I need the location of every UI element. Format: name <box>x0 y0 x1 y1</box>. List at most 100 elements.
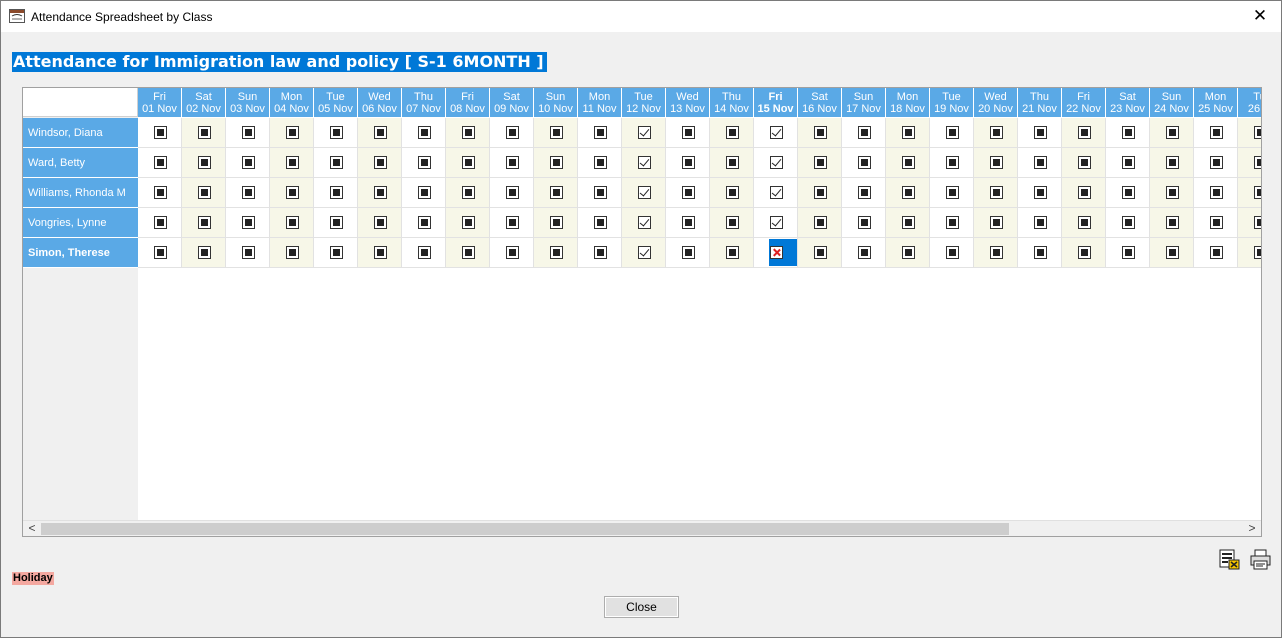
attendance-cell[interactable] <box>314 148 358 178</box>
attendance-cell[interactable] <box>446 148 490 178</box>
attendance-cell[interactable] <box>974 178 1018 208</box>
checked-checkbox-icon[interactable] <box>638 186 651 199</box>
indeterminate-checkbox-icon[interactable] <box>1122 216 1135 229</box>
indeterminate-checkbox-icon[interactable] <box>1078 186 1091 199</box>
indeterminate-checkbox-icon[interactable] <box>242 246 255 259</box>
indeterminate-checkbox-icon[interactable] <box>814 186 827 199</box>
attendance-cell[interactable] <box>666 238 710 268</box>
attendance-cell[interactable] <box>1150 178 1194 208</box>
student-name[interactable]: Ward, Betty <box>23 148 138 178</box>
indeterminate-checkbox-icon[interactable] <box>462 246 475 259</box>
indeterminate-checkbox-icon[interactable] <box>1210 156 1223 169</box>
indeterminate-checkbox-icon[interactable] <box>286 186 299 199</box>
attendance-cell[interactable] <box>446 208 490 238</box>
attendance-cell[interactable] <box>666 178 710 208</box>
indeterminate-checkbox-icon[interactable] <box>682 156 695 169</box>
indeterminate-checkbox-icon[interactable] <box>1210 216 1223 229</box>
attendance-cell[interactable] <box>138 118 182 148</box>
indeterminate-checkbox-icon[interactable] <box>1122 186 1135 199</box>
student-name[interactable]: Williams, Rhonda M <box>23 178 138 208</box>
indeterminate-checkbox-icon[interactable] <box>1166 186 1179 199</box>
attendance-cell[interactable] <box>974 208 1018 238</box>
attendance-cell[interactable] <box>666 148 710 178</box>
attendance-cell[interactable] <box>534 208 578 238</box>
attendance-cell[interactable] <box>182 148 226 178</box>
indeterminate-checkbox-icon[interactable] <box>726 246 739 259</box>
indeterminate-checkbox-icon[interactable] <box>286 156 299 169</box>
attendance-cell[interactable] <box>578 208 622 238</box>
attendance-cell[interactable] <box>1106 238 1150 268</box>
indeterminate-checkbox-icon[interactable] <box>330 216 343 229</box>
attendance-cell[interactable] <box>622 178 666 208</box>
indeterminate-checkbox-icon[interactable] <box>946 156 959 169</box>
indeterminate-checkbox-icon[interactable] <box>682 126 695 139</box>
indeterminate-checkbox-icon[interactable] <box>902 246 915 259</box>
indeterminate-checkbox-icon[interactable] <box>506 216 519 229</box>
indeterminate-checkbox-icon[interactable] <box>506 186 519 199</box>
indeterminate-checkbox-icon[interactable] <box>858 246 871 259</box>
attendance-cell[interactable] <box>930 178 974 208</box>
indeterminate-checkbox-icon[interactable] <box>946 216 959 229</box>
attendance-cell[interactable] <box>1194 208 1238 238</box>
attendance-cell[interactable] <box>622 238 666 268</box>
indeterminate-checkbox-icon[interactable] <box>550 156 563 169</box>
attendance-cell[interactable] <box>842 208 886 238</box>
attendance-cell[interactable] <box>138 178 182 208</box>
indeterminate-checkbox-icon[interactable] <box>1254 126 1261 139</box>
indeterminate-checkbox-icon[interactable] <box>990 246 1003 259</box>
attendance-cell[interactable] <box>358 208 402 238</box>
indeterminate-checkbox-icon[interactable] <box>462 216 475 229</box>
indeterminate-checkbox-icon[interactable] <box>418 156 431 169</box>
indeterminate-checkbox-icon[interactable] <box>550 216 563 229</box>
attendance-cell[interactable] <box>754 178 798 208</box>
indeterminate-checkbox-icon[interactable] <box>594 246 607 259</box>
attendance-cell[interactable] <box>402 118 446 148</box>
indeterminate-checkbox-icon[interactable] <box>1122 156 1135 169</box>
indeterminate-checkbox-icon[interactable] <box>374 216 387 229</box>
attendance-cell[interactable] <box>490 178 534 208</box>
attendance-cell[interactable] <box>314 118 358 148</box>
attendance-cell[interactable] <box>1106 148 1150 178</box>
attendance-cell[interactable] <box>842 148 886 178</box>
attendance-cell[interactable] <box>578 178 622 208</box>
attendance-cell[interactable] <box>1106 178 1150 208</box>
checked-checkbox-icon[interactable] <box>638 246 651 259</box>
indeterminate-checkbox-icon[interactable] <box>1210 246 1223 259</box>
indeterminate-checkbox-icon[interactable] <box>858 216 871 229</box>
indeterminate-checkbox-icon[interactable] <box>154 216 167 229</box>
indeterminate-checkbox-icon[interactable] <box>198 246 211 259</box>
attendance-cell[interactable] <box>138 208 182 238</box>
indeterminate-checkbox-icon[interactable] <box>374 246 387 259</box>
attendance-cell[interactable] <box>1106 118 1150 148</box>
attendance-cell[interactable] <box>1062 118 1106 148</box>
attendance-cell[interactable] <box>1238 238 1261 268</box>
attendance-cell[interactable] <box>314 178 358 208</box>
indeterminate-checkbox-icon[interactable] <box>154 126 167 139</box>
indeterminate-checkbox-icon[interactable] <box>506 246 519 259</box>
indeterminate-checkbox-icon[interactable] <box>242 126 255 139</box>
indeterminate-checkbox-icon[interactable] <box>330 246 343 259</box>
attendance-cell[interactable] <box>798 118 842 148</box>
attendance-cell[interactable] <box>1106 208 1150 238</box>
attendance-cell[interactable] <box>534 148 578 178</box>
indeterminate-checkbox-icon[interactable] <box>814 246 827 259</box>
attendance-cell[interactable] <box>710 238 754 268</box>
indeterminate-checkbox-icon[interactable] <box>902 186 915 199</box>
attendance-cell[interactable] <box>402 178 446 208</box>
indeterminate-checkbox-icon[interactable] <box>682 246 695 259</box>
indeterminate-checkbox-icon[interactable] <box>330 186 343 199</box>
indeterminate-checkbox-icon[interactable] <box>1034 246 1047 259</box>
attendance-cell[interactable] <box>490 208 534 238</box>
absent-x-checkbox-icon[interactable] <box>770 246 783 259</box>
indeterminate-checkbox-icon[interactable] <box>814 216 827 229</box>
export-excel-icon[interactable] <box>1219 549 1240 570</box>
horizontal-scrollbar[interactable]: < > <box>23 520 1261 536</box>
attendance-cell[interactable] <box>1062 178 1106 208</box>
attendance-cell[interactable] <box>1018 148 1062 178</box>
attendance-cell[interactable] <box>182 238 226 268</box>
indeterminate-checkbox-icon[interactable] <box>990 126 1003 139</box>
attendance-cell[interactable] <box>1150 118 1194 148</box>
indeterminate-checkbox-icon[interactable] <box>286 126 299 139</box>
checked-checkbox-icon[interactable] <box>770 186 783 199</box>
attendance-cell[interactable] <box>1194 238 1238 268</box>
